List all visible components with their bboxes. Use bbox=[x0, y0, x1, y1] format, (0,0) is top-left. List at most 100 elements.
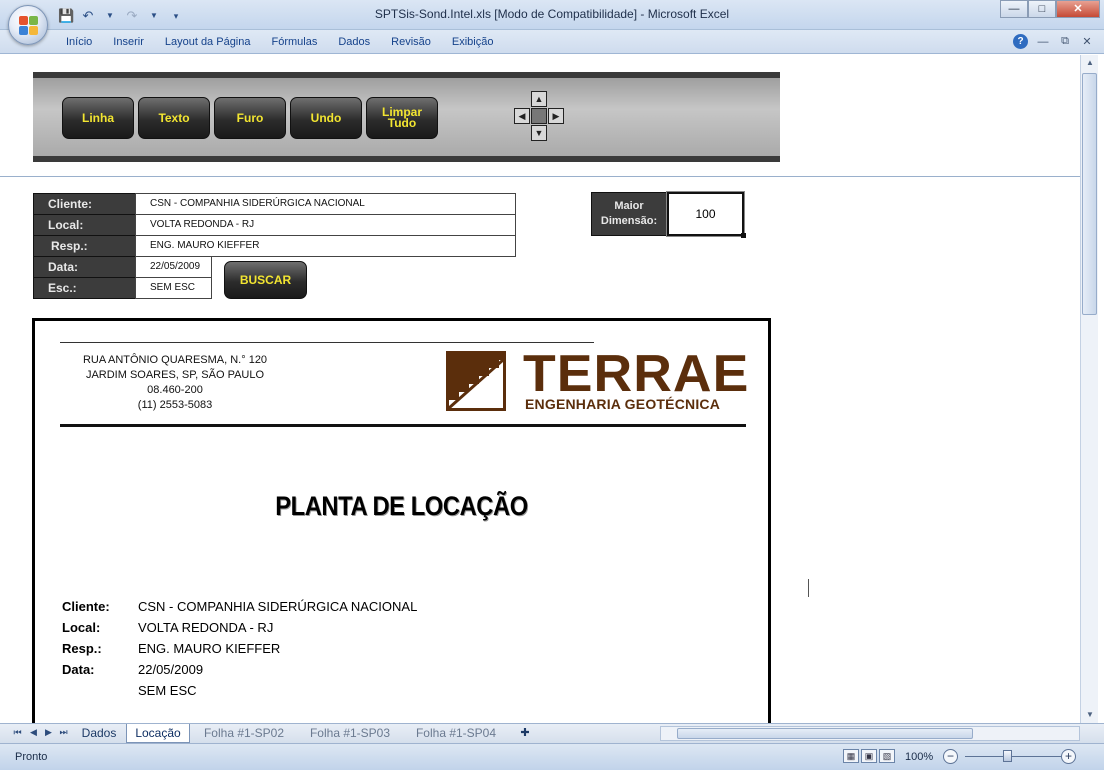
report-cliente-value: CSN - COMPANHIA SIDERÚRGICA NACIONAL bbox=[138, 599, 418, 614]
arrow-up-icon[interactable]: ▲ bbox=[531, 91, 547, 107]
sheet-tab-dados[interactable]: Dados bbox=[72, 724, 126, 743]
address-line-4: (11) 2553-5083 bbox=[137, 399, 213, 411]
title-bar: 💾 ↶ ▼ ↷ ▼ ▾ SPTSis-Sond.Intel.xls [Modo … bbox=[0, 0, 1104, 30]
address-line-2: JARDIM SOARES, SP, SÃO PAULO bbox=[85, 369, 265, 381]
page-layout-view-icon[interactable]: ▣ bbox=[861, 749, 877, 763]
sheet-tab-locacao[interactable]: Locação bbox=[126, 724, 190, 743]
close-button[interactable]: ✕ bbox=[1056, 0, 1100, 18]
header-rule bbox=[60, 342, 594, 343]
resp-value[interactable]: ENG. MAURO KIEFFER bbox=[135, 235, 516, 257]
arrow-left-icon[interactable]: ◀ bbox=[514, 108, 530, 124]
sheet-tab-sp02[interactable]: Folha #1-SP02 bbox=[194, 724, 294, 743]
address-line-3: 08.460-200 bbox=[147, 384, 203, 396]
esc-label: Esc.: bbox=[33, 277, 136, 299]
report-esc-value: SEM ESC bbox=[138, 683, 197, 698]
text-cursor bbox=[808, 579, 809, 597]
status-bar: Pronto ▦ ▣ ▧ 100% − + bbox=[0, 743, 1104, 770]
horizontal-scrollbar[interactable] bbox=[660, 726, 1080, 741]
address-line-1: RUA ANTÔNIO QUARESMA, N.° 120 bbox=[82, 354, 268, 366]
local-label: Local: bbox=[33, 214, 136, 236]
report-cliente-label: Cliente: bbox=[62, 599, 110, 614]
arrow-down-icon[interactable]: ▼ bbox=[531, 125, 547, 141]
vertical-scrollbar[interactable]: ▲ ▼ bbox=[1080, 55, 1098, 723]
logo-main-text: TERRAE bbox=[523, 345, 750, 403]
frozen-pane-divider bbox=[0, 176, 1080, 177]
header-bottom-rule bbox=[60, 424, 746, 427]
esc-value[interactable]: SEM ESC bbox=[135, 277, 212, 299]
ribbon-tabs-bar: Início Inserir Layout da Página Fórmulas… bbox=[0, 30, 1104, 54]
furo-button[interactable]: Furo bbox=[214, 97, 286, 139]
tab-exibicao[interactable]: Exibição bbox=[444, 36, 502, 48]
zoom-slider-track[interactable] bbox=[965, 756, 1061, 757]
tab-inicio[interactable]: Início bbox=[58, 36, 100, 48]
report-resp-value: ENG. MAURO KIEFFER bbox=[138, 641, 281, 656]
report-resp-label: Resp.: bbox=[62, 641, 102, 656]
zoom-level[interactable]: 100% bbox=[905, 751, 933, 763]
workbook-close-button[interactable]: ✕ bbox=[1080, 35, 1094, 48]
arrow-right-icon[interactable]: ▶ bbox=[548, 108, 564, 124]
workbook-minimize-button[interactable]: — bbox=[1036, 36, 1050, 48]
vertical-scroll-thumb[interactable] bbox=[1082, 73, 1097, 315]
insert-sheet-icon[interactable]: ✚ bbox=[514, 724, 536, 743]
buscar-button[interactable]: BUSCAR bbox=[224, 261, 307, 299]
fill-handle[interactable] bbox=[741, 233, 746, 238]
report-local-value: VOLTA REDONDA - RJ bbox=[138, 620, 274, 635]
local-value[interactable]: VOLTA REDONDA - RJ bbox=[135, 214, 516, 236]
data-label: Data: bbox=[33, 256, 136, 278]
window-title: SPTSis-Sond.Intel.xls [Modo de Compatibi… bbox=[374, 7, 730, 21]
scroll-down-icon[interactable]: ▼ bbox=[1084, 710, 1096, 720]
limpar-tudo-button[interactable]: Limpar Tudo bbox=[366, 97, 438, 139]
cliente-label: Cliente: bbox=[33, 193, 136, 215]
maior-label-line1: Maior bbox=[614, 200, 644, 212]
zoom-out-icon[interactable]: − bbox=[943, 749, 958, 764]
horizontal-scroll-thumb[interactable] bbox=[677, 728, 973, 739]
minimize-button[interactable]: — bbox=[1000, 0, 1028, 18]
tab-layout-da-pagina[interactable]: Layout da Página bbox=[157, 36, 259, 48]
tab-dados[interactable]: Dados bbox=[330, 36, 378, 48]
maior-dimensao-cell[interactable]: 100 bbox=[666, 191, 745, 237]
report-data-value: 22/05/2009 bbox=[138, 662, 204, 677]
data-value[interactable]: 22/05/2009 bbox=[135, 256, 212, 278]
dpad-center bbox=[531, 108, 547, 124]
report-data-label: Data: bbox=[62, 662, 95, 677]
status-text: Pronto bbox=[15, 751, 48, 763]
resp-label: Resp.: bbox=[33, 235, 136, 257]
excel-window: 💾 ↶ ▼ ↷ ▼ ▾ SPTSis-Sond.Intel.xls [Modo … bbox=[0, 0, 1104, 770]
ribbon-right-controls: ? — ⧉ ✕ bbox=[1013, 34, 1094, 49]
linha-button[interactable]: Linha bbox=[62, 97, 134, 139]
maior-label-line2: Dimensão: bbox=[600, 215, 658, 227]
tab-formulas[interactable]: Fórmulas bbox=[264, 36, 326, 48]
normal-view-icon[interactable]: ▦ bbox=[843, 749, 859, 763]
help-icon[interactable]: ? bbox=[1013, 34, 1028, 49]
prev-sheet-icon[interactable]: ◀ bbox=[28, 727, 39, 739]
report-local-label: Local: bbox=[62, 620, 101, 635]
report-page: RUA ANTÔNIO QUARESMA, N.° 120 JARDIM SOA… bbox=[32, 318, 771, 723]
worksheet-area[interactable]: Linha Texto Furo Undo Limpar Tudo ▲ ◀ ▶ … bbox=[0, 55, 1080, 723]
direction-pad: ▲ ◀ ▶ ▼ bbox=[514, 91, 564, 141]
maximize-button[interactable]: □ bbox=[1028, 0, 1056, 18]
workbook-restore-button[interactable]: ⧉ bbox=[1058, 35, 1072, 48]
window-controls: — □ ✕ bbox=[1000, 0, 1100, 18]
zoom-in-icon[interactable]: + bbox=[1061, 749, 1076, 764]
zoom-slider-thumb[interactable] bbox=[1003, 750, 1012, 762]
tab-revisao[interactable]: Revisão bbox=[383, 36, 439, 48]
undo-button[interactable]: Undo bbox=[290, 97, 362, 139]
logo-sub-text: ENGENHARIA GEOTÉCNICA bbox=[525, 396, 721, 412]
sheet-tab-sp03[interactable]: Folha #1-SP03 bbox=[300, 724, 400, 743]
page-break-view-icon[interactable]: ▧ bbox=[879, 749, 895, 763]
texto-button[interactable]: Texto bbox=[138, 97, 210, 139]
first-sheet-icon[interactable]: ⏮ bbox=[12, 727, 23, 739]
scroll-up-icon[interactable]: ▲ bbox=[1084, 58, 1096, 68]
drawing-toolbar-panel: Linha Texto Furo Undo Limpar Tudo ▲ ◀ ▶ … bbox=[33, 72, 780, 162]
sheet-tabs-bar: ⏮ ◀ ▶ ⏭ Dados Locação Folha #1-SP02 Folh… bbox=[0, 723, 1104, 743]
ribbon-tabs: Início Inserir Layout da Página Fórmulas… bbox=[58, 36, 506, 48]
last-sheet-icon[interactable]: ⏭ bbox=[58, 727, 69, 739]
cliente-value[interactable]: CSN - COMPANHIA SIDERÚRGICA NACIONAL bbox=[135, 193, 516, 215]
sheet-tab-sp04[interactable]: Folha #1-SP04 bbox=[406, 724, 506, 743]
maior-dimensao-label: Maior Dimensão: bbox=[591, 192, 667, 236]
office-logo-icon bbox=[19, 16, 39, 36]
office-button[interactable] bbox=[8, 5, 48, 45]
tab-inserir[interactable]: Inserir bbox=[105, 36, 152, 48]
next-sheet-icon[interactable]: ▶ bbox=[43, 727, 54, 739]
report-title: PLANTA DE LOCAÇÃO bbox=[275, 491, 528, 521]
